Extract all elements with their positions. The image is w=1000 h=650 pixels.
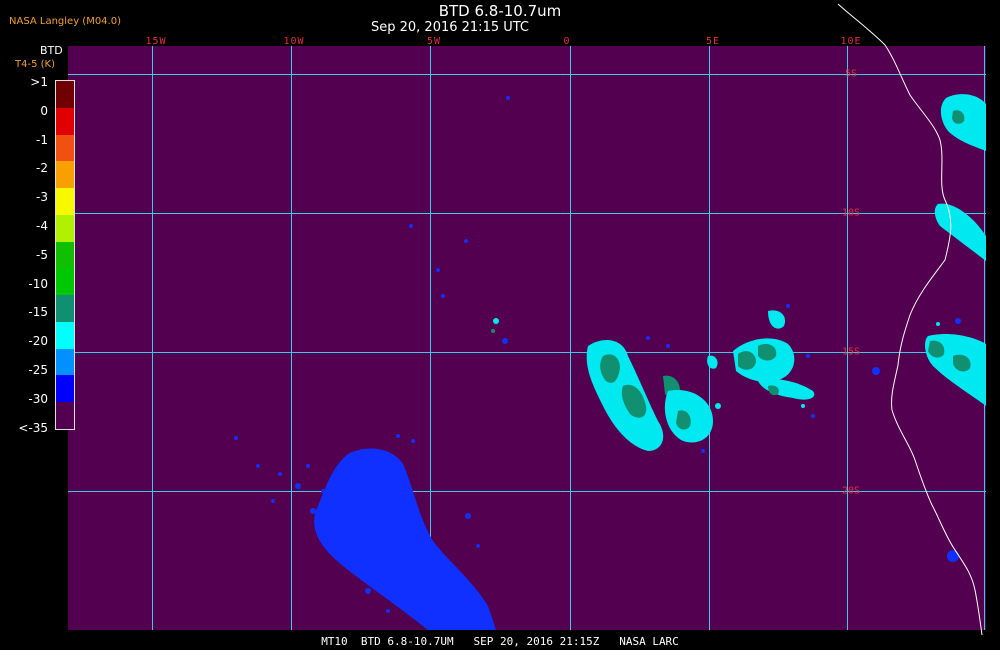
colorbar-tick-label: -15 xyxy=(28,305,48,320)
colorbar-tick-label: -1 xyxy=(36,132,48,147)
colorbar-tick-label: >1 xyxy=(30,75,48,89)
colorbar-swatch xyxy=(56,348,74,376)
colorbar-swatch xyxy=(56,81,74,108)
colorbar-tick-label: -25 xyxy=(28,363,48,377)
legend-units: T4-5 (K) xyxy=(15,59,55,70)
lon-label-15w: 15W xyxy=(145,36,167,47)
lon-label-5w: 5W xyxy=(426,36,442,47)
colorbar-tick-label: -3 xyxy=(36,190,48,205)
legend-title: BTD xyxy=(40,44,63,57)
colorbar-tick-label: 0 xyxy=(40,103,48,118)
colorbar-tick-label: -4 xyxy=(36,219,48,233)
colorbar-swatch xyxy=(56,188,74,215)
lon-label-10w: 10W xyxy=(283,36,305,47)
lon-label-5e: 5E xyxy=(705,36,721,47)
colorbar-tick-label: -10 xyxy=(28,276,48,291)
colorbar-tick-label: -30 xyxy=(28,391,48,406)
colorbar xyxy=(55,80,75,430)
colorbar-swatch xyxy=(56,241,74,269)
colorbar-tick-label: -2 xyxy=(36,161,48,176)
colorbar-swatch xyxy=(56,107,74,135)
colorbar-swatch xyxy=(56,214,74,242)
colorbar-tick-label: <-35 xyxy=(18,420,48,435)
footer-caption: MT10 BTD 6.8-10.7UM SEP 20, 2016 21:15Z … xyxy=(321,635,679,648)
lat-label-20s: 20S xyxy=(841,485,861,497)
colorbar-swatch xyxy=(56,161,74,189)
lat-label-5s: 5S xyxy=(844,68,858,80)
colorbar-tick-label: -20 xyxy=(28,334,48,349)
lat-label-10s: 10S xyxy=(841,207,861,219)
lat-label-15s: 15S xyxy=(841,346,861,358)
colorbar-swatch xyxy=(56,268,74,296)
colorbar-swatch xyxy=(56,295,74,322)
colorbar-swatch xyxy=(56,321,74,349)
lon-label-0: 0 xyxy=(563,36,571,47)
african-coastline xyxy=(837,3,983,636)
colorbar-swatch xyxy=(56,402,74,429)
colorbar-tick-label: -5 xyxy=(36,247,48,262)
colorbar-swatch xyxy=(56,134,74,162)
lon-label-10e: 10E xyxy=(840,36,862,47)
colorbar-swatch xyxy=(56,375,74,403)
